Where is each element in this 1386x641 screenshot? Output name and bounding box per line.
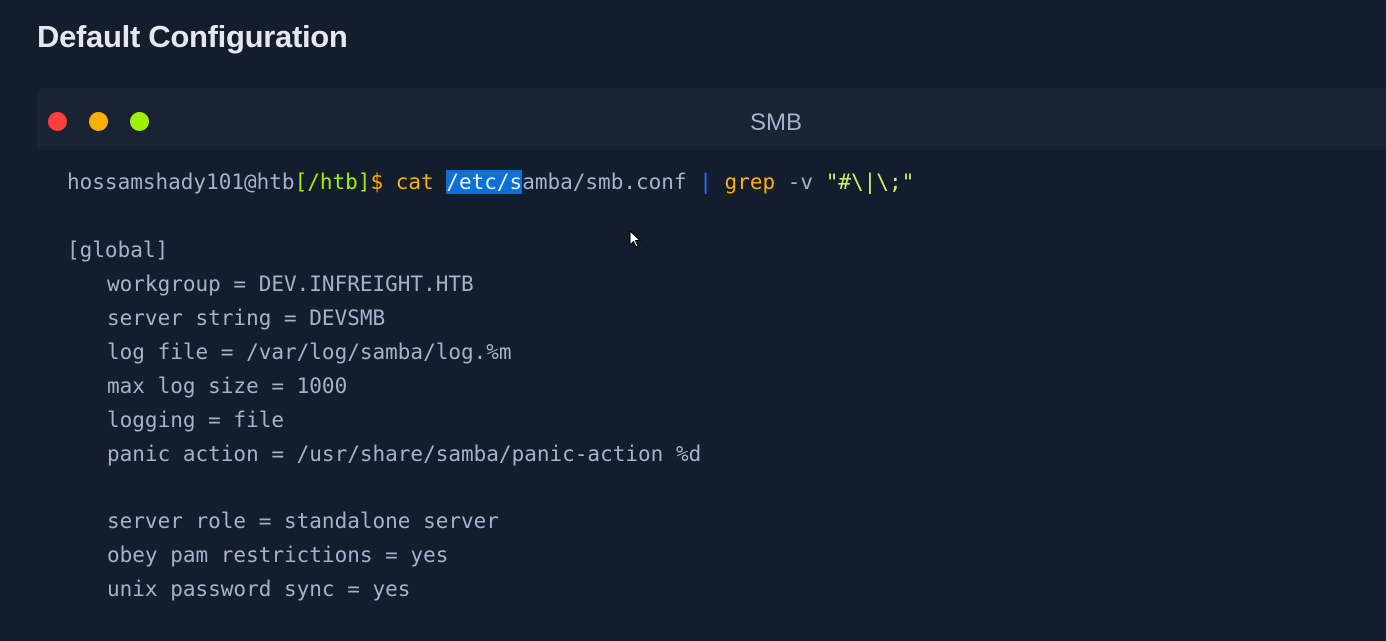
config-line: log file = /var/log/samba/log.%m (107, 340, 512, 364)
command-line[interactable]: hossamshady101@htb[/htb]$ cat /etc/samba… (67, 169, 914, 195)
config-line: obey pam restrictions = yes (107, 543, 449, 567)
config-line: unix password sync = yes (107, 577, 411, 601)
terminal-window: SMB hossamshady101@htb[/htb]$ cat /etc/s… (37, 88, 1386, 641)
terminal-output[interactable]: hossamshady101@htb[/htb]$ cat /etc/samba… (37, 150, 1386, 641)
config-section-header: [global] (67, 238, 169, 262)
prompt-path: [/htb] (294, 170, 371, 194)
pipe-command: grep (724, 170, 776, 194)
terminal-title-bar: SMB (37, 88, 1386, 150)
config-line: workgroup = DEV.INFREIGHT.HTB (107, 272, 474, 296)
config-line: server string = DEVSMB (107, 306, 386, 330)
page-title: Default Configuration (37, 19, 348, 54)
command-argument: amba/smb.conf (522, 170, 687, 194)
prompt-symbol: $ (370, 170, 384, 194)
config-line: logging = file (107, 408, 285, 432)
prompt-user: hossamshady101@htb (67, 170, 295, 194)
config-line: panic action = /usr/share/samba/panic-ac… (107, 442, 702, 466)
mouse-cursor-icon (629, 229, 642, 248)
pipe-symbol: | (699, 170, 712, 194)
terminal-title: SMB (749, 109, 802, 136)
config-line: server role = standalone server (107, 509, 499, 533)
selected-text[interactable]: /etc/s (446, 170, 523, 194)
command-name: cat (395, 170, 434, 194)
grep-pattern: "#\|\;" (825, 170, 915, 194)
config-line: max log size = 1000 (107, 374, 348, 398)
command-flag: -v (787, 170, 814, 194)
